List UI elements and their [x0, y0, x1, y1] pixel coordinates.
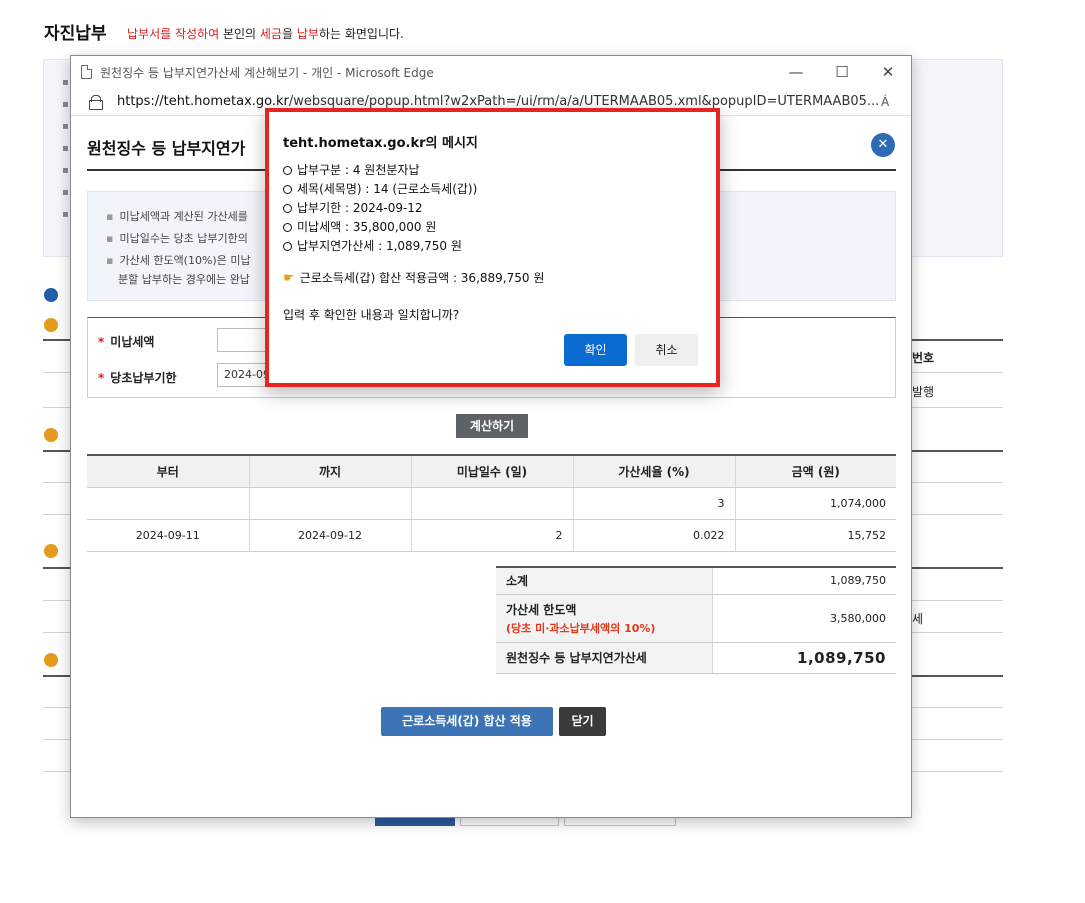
bullet-icon: ▪ — [62, 209, 69, 220]
table-row: 2024-09-11 2024-09-12 2 0.022 15,752 — [87, 519, 896, 552]
info-line: ▪ 미납일수는 당초 납부기한의 — [106, 232, 248, 245]
table-cell: 2024-09-12 — [249, 519, 412, 552]
table-cell — [87, 487, 250, 520]
table-cell: 1,074,000 — [735, 487, 896, 520]
close-button[interactable]: 닫기 — [559, 707, 606, 736]
limit-value: 3,580,000 — [712, 594, 896, 643]
summary-row: 가산세 한도액 (당초 미·과소납부세액의 10%) 3,580,000 — [496, 594, 896, 643]
side-text: 세 — [912, 612, 924, 626]
page-title: 자진납부 — [44, 24, 107, 44]
table-cell — [249, 487, 412, 520]
table-cell — [411, 487, 574, 520]
column-header-number: 번호 — [912, 351, 935, 365]
dialog-line: 세목(세목명) : 14 (근로소득세(갑)) — [283, 180, 477, 197]
circle-bullet-icon — [283, 166, 292, 175]
dialog-title: teht.hometax.go.kr의 메시지 — [283, 136, 478, 151]
summary-table: 소계 1,089,750 가산세 한도액 (당초 미·과소납부세액의 10%) 3… — [496, 566, 896, 674]
circle-bullet-icon — [283, 204, 292, 213]
page-subtitle: 납부서를 작성하여 본인의 세금을 납부하는 화면입니다. — [127, 27, 404, 41]
bullet-icon: ▪ — [62, 187, 69, 198]
total-label: 원천징수 등 납부지연가산세 — [496, 642, 713, 674]
table-cell: 15,752 — [735, 519, 896, 552]
table-cell: 2 — [411, 519, 574, 552]
summary-row: 원천징수 등 납부지연가산세 1,089,750 — [496, 642, 896, 674]
lock-icon[interactable] — [89, 95, 103, 110]
close-icon[interactable]: ✕ — [865, 63, 911, 81]
summary-row: 소계 1,089,750 — [496, 567, 896, 595]
table-cell: 3 — [573, 487, 736, 520]
read-aloud-icon[interactable]: Á — [881, 95, 911, 109]
bullet-icon: ▪ — [62, 143, 69, 154]
minimize-icon[interactable]: — — [773, 63, 819, 81]
column-header-amount: 금액 (원) — [735, 455, 896, 488]
section-icon — [44, 427, 58, 442]
section-icon — [44, 317, 58, 332]
bullet-icon: ▪ — [62, 77, 69, 88]
subtotal-value: 1,089,750 — [712, 567, 896, 595]
document-icon — [81, 65, 92, 79]
penalty-table: 부터 까지 미납일수 (일) 가산세율 (%) 금액 (원) 3 1,074,0… — [87, 454, 896, 552]
column-header-to: 까지 — [249, 455, 412, 488]
cancel-button[interactable]: 취소 — [635, 334, 698, 366]
info-line: 분할 납부하는 경우에는 완납 — [118, 273, 250, 286]
due-date-label: * 당초납부기한 — [98, 371, 177, 385]
column-header-rate: 가산세율 (%) — [573, 455, 736, 488]
dialog-line: 납부구분 : 4 원천분자납 — [283, 161, 419, 178]
table-row: 3 1,074,000 — [87, 487, 896, 520]
ok-button[interactable]: 확인 — [564, 334, 627, 366]
window-title: 원천징수 등 납부지연가산세 계산해보기 - 개인 - Microsoft Ed… — [100, 65, 434, 80]
calculate-button[interactable]: 계산하기 — [456, 414, 528, 438]
table-header-row: 부터 까지 미납일수 (일) 가산세율 (%) 금액 (원) — [87, 455, 896, 488]
limit-label: 가산세 한도액 (당초 미·과소납부세액의 10%) — [496, 594, 713, 643]
popup-title: 원천징수 등 납부지연가 — [87, 139, 246, 158]
dialog-question: 입력 후 확인한 내용과 일치합니까? — [283, 308, 460, 322]
table-cell: 0.022 — [573, 519, 736, 552]
unpaid-tax-label: * 미납세액 — [98, 335, 155, 349]
info-line: ▪ 미납세액과 계산된 가산세를 — [106, 210, 248, 223]
maximize-icon[interactable]: ☐ — [819, 63, 865, 81]
bullet-icon: ▪ — [62, 165, 69, 176]
total-value: 1,089,750 — [712, 642, 896, 674]
confirm-dialog: teht.hometax.go.kr의 메시지 납부구분 : 4 원천분자납 세… — [265, 108, 720, 387]
issue-text: 발행 — [912, 385, 935, 399]
circle-bullet-icon — [283, 223, 292, 232]
table-cell: 2024-09-11 — [87, 519, 250, 552]
info-line: ▪ 가산세 한도액(10%)은 미납 — [106, 254, 251, 267]
circle-bullet-icon — [283, 185, 292, 194]
dialog-line: 미납세액 : 35,800,000 원 — [283, 218, 436, 235]
dialog-line: 납부지연가산세 : 1,089,750 원 — [283, 237, 462, 254]
popup-close-icon[interactable]: ✕ — [871, 133, 895, 157]
section-icon — [44, 652, 58, 667]
subtotal-label: 소계 — [496, 567, 713, 595]
apply-sum-button[interactable]: 근로소득세(갑) 합산 적용 — [381, 707, 553, 736]
window-titlebar: 원천징수 등 납부지연가산세 계산해보기 - 개인 - Microsoft Ed… — [71, 56, 911, 88]
limit-note: (당초 미·과소납부세액의 10%) — [506, 621, 656, 635]
section-icon — [44, 543, 58, 558]
column-header-days: 미납일수 (일) — [411, 455, 574, 488]
dialog-line: 납부기한 : 2024-09-12 — [283, 199, 423, 216]
pointing-hand-icon: ☛ — [283, 271, 295, 286]
dialog-applied-line: ☛ 근로소득세(갑) 합산 적용금액 : 36,889,750 원 — [283, 271, 545, 286]
url-text[interactable]: https://teht.hometax.go.kr/websquare/pop… — [117, 94, 881, 109]
bullet-icon: ▪ — [62, 99, 69, 110]
bullet-icon: ▪ — [62, 121, 69, 132]
circle-bullet-icon — [283, 242, 292, 251]
column-header-from: 부터 — [87, 455, 250, 488]
section-icon — [44, 287, 58, 302]
